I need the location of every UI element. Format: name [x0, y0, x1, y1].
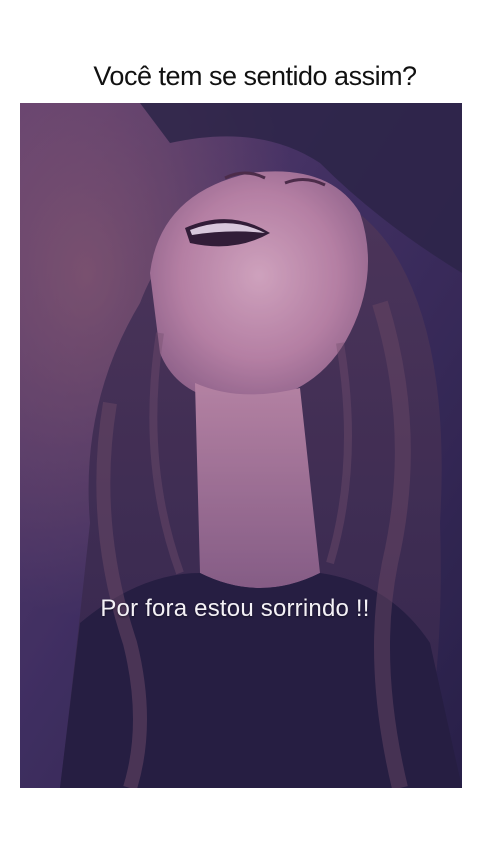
post-headline: Você tem se sentido assim?	[93, 60, 417, 91]
video-caption: Por fora estou sorrindo !!	[100, 595, 370, 622]
bottom-spacer	[0, 788, 480, 852]
story-page: Você tem se sentido assim? Por fora esto…	[0, 0, 480, 852]
video-frame-image	[20, 103, 462, 788]
video-player[interactable]: Por fora estou sorrindo !!	[20, 103, 462, 788]
